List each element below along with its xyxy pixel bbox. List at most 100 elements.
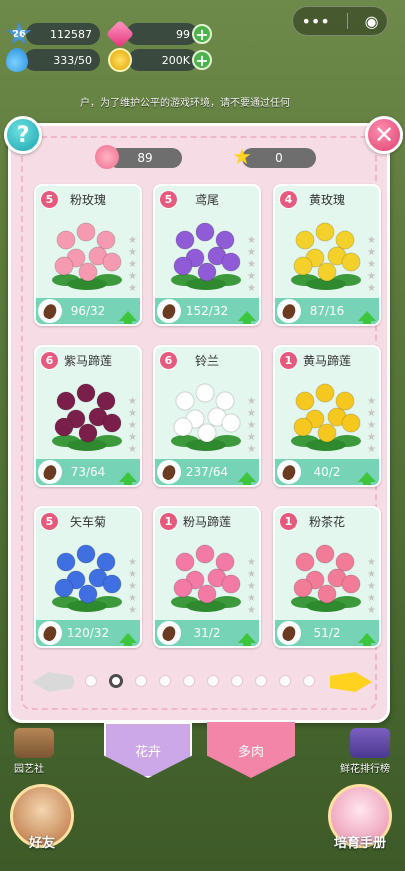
flower-stars: ★ ★ ★ ★ ★ bbox=[128, 396, 137, 455]
seed-icon bbox=[277, 621, 301, 645]
flower-card-header: 5 粉玫瑰 bbox=[36, 186, 140, 212]
flower-card[interactable]: 1 粉茶花 ★ ★ ★ ★ ★ 51/2 bbox=[273, 506, 381, 648]
flower-image bbox=[291, 222, 361, 290]
seed-icon bbox=[38, 621, 62, 645]
garden-club-icon[interactable] bbox=[14, 728, 54, 758]
close-button[interactable]: ✕ bbox=[365, 116, 403, 154]
flower-card[interactable]: 5 粉玫瑰 ★ ★ ★ ★ ★ 96/32 bbox=[34, 184, 142, 326]
tab-flowers-label: 花卉 bbox=[134, 744, 161, 760]
flower-name: 鸢尾 bbox=[194, 192, 219, 207]
gem-value: 99 bbox=[176, 27, 190, 41]
tab-succulents[interactable]: 多肉 bbox=[207, 722, 295, 778]
flower-stars: ★ ★ ★ ★ ★ bbox=[128, 235, 137, 294]
flower-count: 40/2 bbox=[313, 465, 341, 479]
page-dot[interactable] bbox=[255, 675, 267, 687]
coin-bar: 200K bbox=[128, 49, 198, 71]
page-dot[interactable] bbox=[231, 675, 243, 687]
upgrade-arrow-icon[interactable] bbox=[238, 633, 256, 646]
flower-name: 紫马蹄莲 bbox=[63, 353, 112, 368]
flower-image bbox=[291, 383, 361, 451]
flower-level-badge: 1 bbox=[159, 512, 178, 531]
upgrade-arrow-icon[interactable] bbox=[238, 311, 256, 324]
flower-card[interactable]: 1 黄马蹄莲 ★ ★ ★ ★ ★ 40/2 bbox=[273, 345, 381, 487]
flower-card-header: 1 黄马蹄莲 bbox=[275, 347, 379, 373]
gem-bar: 99 bbox=[126, 23, 198, 45]
flower-name: 黄玫瑰 bbox=[308, 192, 345, 207]
flower-card[interactable]: 5 鸢尾 ★ ★ ★ ★ ★ 152/32 bbox=[153, 184, 261, 326]
flower-count: 152/32 bbox=[185, 304, 229, 318]
page-dot[interactable] bbox=[85, 675, 97, 687]
seed-icon bbox=[277, 299, 301, 323]
flower-card-header: 6 紫马蹄莲 bbox=[36, 347, 140, 373]
friends-label: 好友 bbox=[28, 836, 55, 851]
flower-level-badge: 1 bbox=[279, 512, 298, 531]
upgrade-arrow-icon[interactable] bbox=[358, 311, 376, 324]
flower-name: 粉马蹄莲 bbox=[182, 514, 231, 529]
exp-value: 112587 bbox=[50, 27, 92, 41]
add-gems-button[interactable]: + bbox=[192, 24, 212, 44]
upgrade-arrow-icon[interactable] bbox=[358, 472, 376, 485]
seed-icon bbox=[277, 460, 301, 484]
upgrade-arrow-icon[interactable] bbox=[119, 633, 137, 646]
flower-level-badge: 4 bbox=[279, 190, 298, 209]
flower-image bbox=[171, 222, 241, 290]
close-target-icon[interactable]: ◉ bbox=[365, 12, 379, 31]
page-dot[interactable] bbox=[159, 675, 171, 687]
star-value: 0 bbox=[275, 151, 283, 165]
flower-image bbox=[52, 222, 122, 290]
flower-card[interactable]: 5 矢车菊 ★ ★ ★ ★ ★ 120/32 bbox=[34, 506, 142, 648]
exp-bar: 112587 bbox=[26, 23, 100, 45]
rank-label: 鲜花排行榜 bbox=[340, 764, 390, 775]
flower-card[interactable]: 6 紫马蹄莲 ★ ★ ★ ★ ★ 73/64 bbox=[34, 345, 142, 487]
page-dot[interactable] bbox=[303, 675, 315, 687]
page-dot[interactable] bbox=[279, 675, 291, 687]
petal-value: 89 bbox=[137, 151, 153, 165]
flower-image bbox=[291, 544, 361, 612]
flower-image bbox=[52, 544, 122, 612]
capsule-divider bbox=[346, 13, 348, 29]
flower-card[interactable]: 1 粉马蹄莲 ★ ★ ★ ★ ★ 31/2 bbox=[153, 506, 261, 648]
tab-flowers[interactable]: 花卉 bbox=[104, 722, 192, 778]
flower-stars: ★ ★ ★ ★ ★ bbox=[128, 557, 137, 616]
upgrade-arrow-icon[interactable] bbox=[358, 633, 376, 646]
upgrade-arrow-icon[interactable] bbox=[238, 472, 256, 485]
seed-icon bbox=[38, 299, 62, 323]
more-icon[interactable]: ••• bbox=[301, 12, 329, 31]
handbook-button[interactable]: 培育手册 bbox=[328, 784, 392, 851]
upgrade-arrow-icon[interactable] bbox=[119, 311, 137, 324]
water-bar: 333/50 bbox=[24, 49, 100, 71]
rank-icon[interactable] bbox=[350, 728, 390, 758]
friends-button[interactable]: 好友 bbox=[10, 784, 74, 851]
petal-count: 89 bbox=[108, 148, 182, 168]
hud-row-2: 333/50 200K + bbox=[6, 48, 212, 72]
flower-image bbox=[171, 383, 241, 451]
flower-card-footer: 96/32 bbox=[36, 298, 140, 324]
flower-level-badge: 5 bbox=[159, 190, 178, 209]
upgrade-arrow-icon[interactable] bbox=[119, 472, 137, 485]
flower-card-footer: 87/16 bbox=[275, 298, 379, 324]
flower-image bbox=[171, 544, 241, 612]
flower-count: 51/2 bbox=[313, 626, 341, 640]
flower-card-header: 5 矢车菊 bbox=[36, 508, 140, 534]
help-button[interactable]: ? bbox=[4, 116, 42, 154]
flower-card[interactable]: 6 铃兰 ★ ★ ★ ★ ★ 237/64 bbox=[153, 345, 261, 487]
star-icon: ★ bbox=[232, 144, 252, 170]
flower-stars: ★ ★ ★ ★ ★ bbox=[367, 557, 376, 616]
water-value: 333/50 bbox=[53, 53, 92, 67]
flower-name: 黄马蹄莲 bbox=[302, 353, 351, 368]
page-dot[interactable] bbox=[183, 675, 195, 687]
page-dot[interactable] bbox=[207, 675, 219, 687]
flower-count: 237/64 bbox=[185, 465, 229, 479]
miniprogram-capsule: ••• ◉ bbox=[292, 6, 388, 36]
page-dot[interactable] bbox=[135, 675, 147, 687]
flower-stars: ★ ★ ★ ★ ★ bbox=[247, 396, 256, 455]
add-coins-button[interactable]: + bbox=[192, 50, 212, 70]
seed-icon bbox=[157, 621, 181, 645]
tab-succulents-label: 多肉 bbox=[237, 744, 264, 760]
flower-card[interactable]: 4 黄玫瑰 ★ ★ ★ ★ ★ 87/16 bbox=[273, 184, 381, 326]
flower-card-header: 1 粉马蹄莲 bbox=[155, 508, 259, 534]
page-dot[interactable] bbox=[109, 674, 123, 688]
flower-stars: ★ ★ ★ ★ ★ bbox=[367, 235, 376, 294]
flower-count: 73/64 bbox=[70, 465, 106, 479]
flower-level-badge: 6 bbox=[40, 351, 59, 370]
